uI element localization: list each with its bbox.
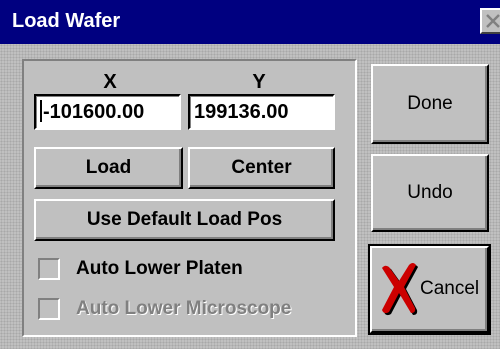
close-button[interactable] [480,8,500,34]
done-button-label: Done [407,93,453,114]
load-wafer-dialog: Load Wafer X Y -101600.00 199136.00 Load… [0,0,500,349]
use-default-load-pos-button[interactable]: Use Default Load Pos [34,199,335,241]
x-coordinate-field[interactable]: -101600.00 [34,94,181,130]
x-coordinate-value: -101600.00 [43,101,145,123]
load-button[interactable]: Load [34,147,183,189]
done-button[interactable]: Done [371,64,489,144]
dialog-title: Load Wafer [12,10,121,32]
load-button-label: Load [85,157,132,178]
cancel-default-border: Cancel [368,244,491,335]
text-caret [40,100,42,123]
undo-button-label: Undo [407,182,453,203]
x-label: X [103,71,117,93]
center-button-label: Center [231,157,292,178]
cancel-button-label: Cancel [420,278,480,299]
y-label: Y [252,71,266,93]
auto-lower-microscope-label: Auto Lower Microscope [76,298,292,319]
auto-lower-microscope-checkbox [38,298,60,320]
auto-lower-platen-label[interactable]: Auto Lower Platen [76,257,243,281]
close-icon [486,14,500,28]
red-x-icon [382,263,418,316]
auto-lower-platen-checkbox[interactable] [38,258,60,280]
y-coordinate-field[interactable]: 199136.00 [188,94,335,130]
cancel-button[interactable]: Cancel [370,246,489,333]
undo-button[interactable]: Undo [371,154,489,232]
center-button[interactable]: Center [188,147,335,189]
title-bar: Load Wafer [0,0,500,44]
use-default-load-pos-label: Use Default Load Pos [86,209,283,230]
y-coordinate-value: 199136.00 [194,101,289,123]
